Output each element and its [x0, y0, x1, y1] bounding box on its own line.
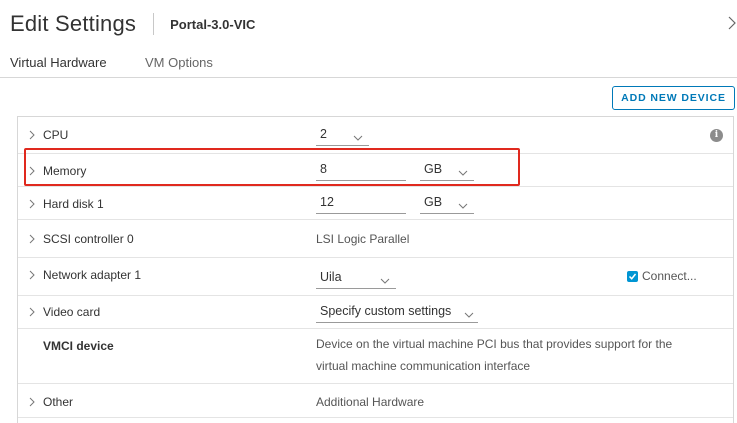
hardware-row-other: Other Additional Hardware [18, 384, 733, 418]
dialog-title: Edit Settings [10, 11, 137, 36]
other-value: Additional Hardware [316, 395, 425, 409]
video-label: Video card [43, 305, 101, 319]
hard-disk-unit-select[interactable]: GB [420, 194, 474, 214]
other-label: Other [43, 395, 74, 409]
chevron-right-icon [28, 199, 36, 209]
chevron-right-icon [28, 307, 36, 317]
hardware-row-cpu: CPU 2 i [18, 117, 733, 154]
cpu-value: 2 [320, 127, 327, 141]
hardware-row-memory: Memory 8 GB [18, 154, 733, 187]
cpu-expander[interactable]: CPU [28, 128, 68, 142]
hardware-row-network: Network adapter 1 Uila Connect... [18, 258, 733, 296]
video-value: Specify custom settings [320, 304, 452, 318]
chevron-down-icon [458, 198, 468, 214]
chevron-right-icon [28, 166, 36, 176]
network-select[interactable]: Uila [316, 269, 396, 289]
hardware-row-scsi: SCSI controller 0 LSI Logic Parallel [18, 220, 733, 258]
cpu-label: CPU [43, 128, 69, 142]
network-expander[interactable]: Network adapter 1 [28, 268, 141, 282]
dialog-header: Edit Settings Portal-3.0-VIC [10, 9, 255, 39]
chevron-right-icon [28, 130, 36, 140]
hard-disk-unit: GB [424, 195, 443, 209]
chevron-down-icon [353, 130, 363, 146]
chevron-right-icon [28, 397, 36, 407]
add-new-device-button[interactable]: ADD NEW DEVICE [612, 86, 735, 110]
cpu-select[interactable]: 2 [316, 126, 369, 146]
tab-virtual-hardware[interactable]: Virtual Hardware [10, 55, 107, 70]
hardware-row-video: Video card Specify custom settings [18, 296, 733, 329]
memory-input[interactable]: 8 [316, 161, 406, 181]
hardware-row-vmci: VMCI device Device on the virtual machin… [18, 329, 733, 384]
memory-label: Memory [43, 164, 87, 178]
scsi-value: LSI Logic Parallel [316, 232, 410, 246]
network-label: Network adapter 1 [43, 268, 142, 282]
scsi-expander[interactable]: SCSI controller 0 [28, 232, 134, 246]
vmci-description: Device on the virtual machine PCI bus th… [316, 337, 673, 373]
chevron-down-icon [380, 273, 390, 289]
info-icon[interactable]: i [710, 129, 723, 142]
chevron-down-icon [464, 307, 474, 323]
memory-unit-select[interactable]: GB [420, 161, 474, 181]
memory-unit: GB [424, 162, 443, 176]
network-value: Uila [320, 270, 342, 284]
video-expander[interactable]: Video card [28, 305, 100, 319]
hardware-row-hard-disk: Hard disk 1 12 GB [18, 187, 733, 220]
chevron-down-icon [458, 165, 468, 181]
hard-disk-label: Hard disk 1 [43, 197, 104, 211]
memory-expander[interactable]: Memory [28, 164, 86, 178]
tab-bar: Virtual Hardware VM Options [0, 52, 737, 78]
vm-name: Portal-3.0-VIC [170, 16, 256, 32]
other-expander[interactable]: Other [28, 395, 73, 409]
tab-vm-options[interactable]: VM Options [145, 55, 213, 70]
scsi-label: SCSI controller 0 [43, 232, 134, 246]
hard-disk-expander[interactable]: Hard disk 1 [28, 197, 104, 211]
hardware-table: CPU 2 i Memory 8 GB Hard disk 1 12 GB SC… [17, 116, 734, 423]
checkbox-checked-icon[interactable] [627, 270, 638, 282]
chevron-right-icon [28, 270, 36, 280]
connect-checkbox[interactable]: Connect... [627, 269, 697, 283]
chevron-right-icon [28, 234, 36, 244]
connect-label: Connect... [642, 269, 697, 283]
hard-disk-input[interactable]: 12 [316, 194, 406, 214]
video-select[interactable]: Specify custom settings [316, 303, 478, 323]
title-divider [153, 13, 155, 35]
vmci-label: VMCI device [43, 339, 114, 353]
close-chevron-icon[interactable] [727, 14, 737, 32]
